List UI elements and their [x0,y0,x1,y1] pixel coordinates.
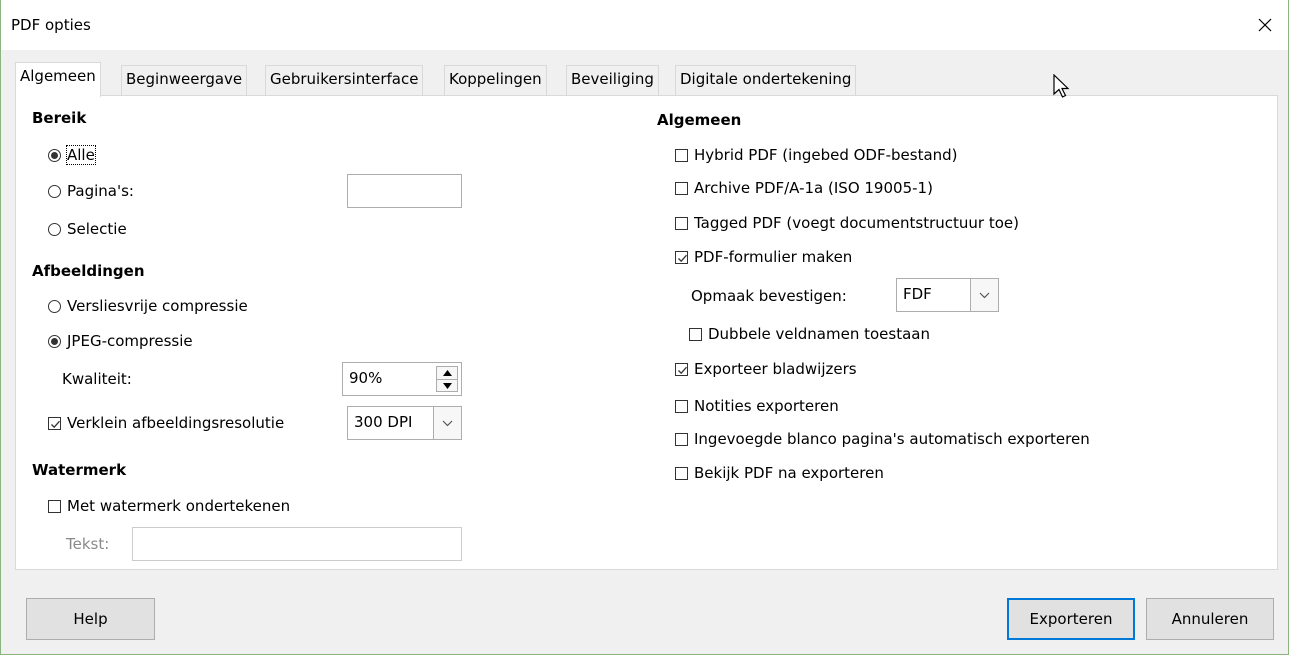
watermark-sign-label: Met watermerk ondertekenen [67,497,291,515]
checkbox-indicator [675,148,688,162]
lossless-compression-radio[interactable]: Versliesvrije compressie [48,297,248,315]
tab-beveiliging[interactable]: Beveiliging [566,65,659,96]
tab-gebruikersinterface[interactable]: Gebruikersinterface [265,65,424,96]
double-fieldnames-label: Dubbele veldnamen toestaan [708,325,930,343]
help-button[interactable]: Help [26,598,155,640]
watermark-sign-checkbox[interactable]: Met watermerk ondertekenen [48,497,290,515]
range-pages-radio[interactable]: Pagina's: [48,182,134,200]
tab-digitale-ondertekening[interactable]: Digitale ondertekening [675,65,857,96]
double-fieldnames-checkbox[interactable]: Dubbele veldnamen toestaan [689,325,930,343]
export-bookmarks-checkbox[interactable]: Exporteer bladwijzers [675,360,857,378]
archive-pdf-checkbox[interactable]: Archive PDF/A-1a (ISO 19005-1) [675,179,933,197]
close-button[interactable] [1242,0,1288,50]
reduce-resolution-checkbox[interactable]: Verklein afbeeldingsresolutie [48,414,284,432]
title-bar: PDF opties [1,0,1288,50]
hybrid-pdf-label: Hybrid PDF (ingebed ODF-bestand) [694,146,958,164]
radio-indicator [48,334,61,348]
quality-label: Kwaliteit: [62,370,132,388]
chevron-down-icon[interactable] [433,407,461,439]
checkbox-indicator [675,362,688,376]
hybrid-pdf-checkbox[interactable]: Hybrid PDF (ingebed ODF-bestand) [675,146,958,164]
quality-value: 90% [349,369,383,387]
range-all-radio[interactable]: Alle [48,145,96,165]
tab-koppelingen[interactable]: Koppelingen [444,65,547,96]
export-notes-label: Notities exporteren [694,397,839,415]
spin-down-icon[interactable] [437,380,457,392]
format-label: Opmaak bevestigen: [691,287,847,305]
pdf-form-checkbox[interactable]: PDF-formulier maken [675,248,852,266]
format-value: FDF [903,285,932,303]
close-icon [1258,18,1272,32]
pages-input[interactable] [347,174,462,208]
range-pages-label: Pagina's: [67,182,134,200]
radio-indicator [48,184,61,198]
tagged-pdf-checkbox[interactable]: Tagged PDF (voegt documentstructuur toe) [675,214,1019,232]
jpeg-compression-radio[interactable]: JPEG-compressie [48,332,193,350]
radio-indicator [48,299,61,313]
checkbox-indicator [689,327,702,341]
quality-spin-buttons[interactable] [436,366,458,392]
checkbox-indicator [48,499,61,513]
tab-beginweergave[interactable]: Beginweergave [121,65,248,96]
lossless-compression-label: Versliesvrije compressie [67,297,248,315]
cancel-button[interactable]: Annuleren [1146,598,1274,640]
tab-panel-algemeen: Bereik Alle Pagina's: Selectie Afbeeldin… [15,95,1278,570]
chevron-down-icon[interactable] [970,279,998,311]
watermark-text-input[interactable] [132,527,462,561]
checkbox-indicator [675,399,688,413]
archive-pdf-label: Archive PDF/A-1a (ISO 19005-1) [694,179,933,197]
export-bookmarks-label: Exporteer bladwijzers [694,360,857,378]
checkbox-indicator [675,466,688,480]
general-heading: Algemeen [657,111,742,129]
pdf-options-dialog: PDF opties Algemeen Beginweergave Gebrui… [0,0,1289,655]
range-selection-radio[interactable]: Selectie [48,220,127,238]
checkbox-indicator [48,416,61,430]
export-notes-checkbox[interactable]: Notities exporteren [675,397,839,415]
checkbox-indicator [675,216,688,230]
resolution-dropdown[interactable]: 300 DPI [347,406,462,440]
range-selection-label: Selectie [67,220,127,238]
radio-indicator [48,148,61,162]
tagged-pdf-label: Tagged PDF (voegt documentstructuur toe) [694,214,1019,232]
pdf-form-label: PDF-formulier maken [694,248,853,266]
format-dropdown[interactable]: FDF [896,278,999,312]
resolution-value: 300 DPI [354,413,413,431]
quality-spinbox[interactable]: 90% [342,362,462,396]
watermark-heading: Watermerk [32,461,127,479]
checkbox-indicator [675,181,688,195]
mouse-cursor-icon [1053,74,1070,98]
checkbox-indicator [675,432,688,446]
view-after-export-label: Bekijk PDF na exporteren [694,464,884,482]
window-title: PDF opties [11,16,91,34]
export-blank-pages-checkbox[interactable]: Ingevoegde blanco pagina's automatisch e… [675,430,1090,448]
checkbox-indicator [675,250,688,264]
range-all-label: Alle [66,145,96,165]
radio-indicator [48,222,61,236]
jpeg-compression-label: JPEG-compressie [67,332,193,350]
export-button[interactable]: Exporteren [1007,598,1135,640]
reduce-resolution-label: Verklein afbeeldingsresolutie [67,414,285,432]
watermark-text-label: Tekst: [66,535,110,553]
range-heading: Bereik [32,109,87,127]
view-after-export-checkbox[interactable]: Bekijk PDF na exporteren [675,464,884,482]
export-blank-pages-label: Ingevoegde blanco pagina's automatisch e… [694,430,1090,448]
spin-up-icon[interactable] [437,367,457,380]
images-heading: Afbeeldingen [32,262,145,280]
tab-algemeen[interactable]: Algemeen [15,62,101,97]
